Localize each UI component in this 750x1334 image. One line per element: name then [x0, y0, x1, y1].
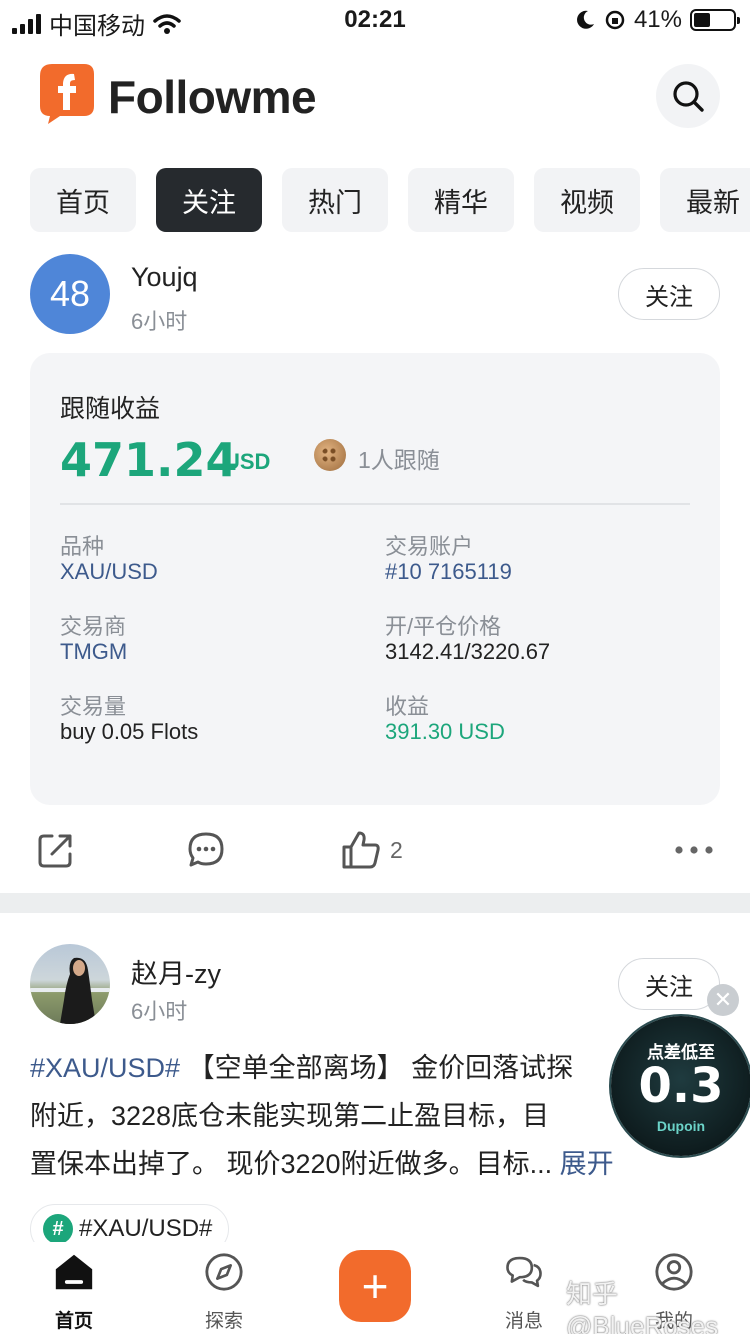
close-icon: ✕ [713, 987, 733, 1012]
section-divider [0, 893, 750, 913]
nav-label: 探索 [204, 1311, 243, 1332]
tab-following[interactable]: 关注 [156, 168, 262, 232]
create-post-button[interactable]: + [339, 1250, 411, 1322]
tab-featured[interactable]: 精华 [408, 168, 514, 232]
chat-icon [506, 1256, 542, 1288]
search-button[interactable] [656, 64, 720, 128]
symbol-value[interactable]: XAU/USD [60, 559, 158, 585]
like-count: 2 [390, 836, 403, 863]
volume-label: 交易量 [60, 694, 127, 719]
app-header: Followme [0, 58, 750, 138]
home-icon [55, 1254, 93, 1290]
account-label: 交易账户 [385, 534, 474, 559]
floating-ad[interactable]: 点差低至 0.3 Dupoin [611, 1016, 750, 1156]
card-title: 跟随收益 [60, 395, 161, 423]
compass-icon [205, 1253, 243, 1291]
avatar[interactable] [30, 944, 110, 1024]
tab-hot[interactable]: 热门 [282, 168, 388, 232]
nav-home[interactable]: 首页 [14, 1242, 134, 1334]
divider [60, 503, 690, 505]
tab-latest[interactable]: 最新 [660, 168, 750, 232]
tab-home[interactable]: 首页 [30, 168, 136, 232]
user-photo-icon [30, 957, 110, 1024]
comment-icon [188, 832, 224, 867]
account-value[interactable]: #10 7165119 [385, 559, 512, 585]
profit-label: 收益 [385, 694, 430, 719]
comment-button[interactable] [186, 826, 226, 874]
price-label: 开/平仓价格 [385, 614, 502, 639]
post-actions: 2 [0, 826, 750, 874]
like-button[interactable]: 2 [340, 826, 403, 874]
app-name: Followme [108, 71, 317, 123]
share-button[interactable] [36, 826, 76, 874]
post-author[interactable]: 赵月-zy [131, 952, 221, 991]
symbol-label: 品种 [60, 534, 105, 559]
nav-explore[interactable]: 探索 [164, 1242, 284, 1334]
close-ad-button[interactable]: ✕ [707, 984, 739, 1016]
post-time: 6小时 [131, 309, 188, 334]
profit-unit: USD [224, 449, 271, 474]
followme-logo-icon [40, 64, 94, 124]
broker-value[interactable]: TMGM [60, 639, 127, 665]
ad-brand: Dupoin [656, 1118, 706, 1134]
status-bar: 中国移动 02:21 41% [0, 0, 750, 40]
post-text-line-3: 置保本出掉了。 现价3220附近做多。目标... [30, 1149, 553, 1179]
profit-amount: 471.24 [60, 433, 238, 487]
battery-icon [690, 9, 740, 31]
price-value: 3142.41/3220.67 [385, 639, 551, 664]
nav-label: 首页 [54, 1311, 93, 1332]
copy-trade-card[interactable]: 跟随收益 471.24 USD 1人跟随 品种 XAU/USD 交易账户 #10… [30, 353, 720, 805]
thumbs-up-icon [342, 831, 380, 869]
post-text-line-1: 【空单全部离场】 金价回落试探 [180, 1053, 574, 1083]
watermark: 知乎 @BlueRoses [566, 1279, 719, 1334]
search-icon [673, 81, 704, 112]
plus-icon: + [361, 1260, 389, 1312]
rotation-lock-icon [605, 10, 625, 30]
volume-value: buy 0.05 Flots [60, 719, 199, 744]
more-button[interactable] [674, 826, 714, 874]
share-icon [38, 834, 72, 868]
broker-label: 交易商 [60, 614, 127, 639]
follow-button[interactable]: 关注 [618, 268, 720, 320]
hashtag-link[interactable]: #XAU/USD# [30, 1053, 180, 1083]
follower-count: 1人跟随 [358, 447, 440, 473]
more-icon [675, 846, 713, 854]
battery-percent: 41% [633, 6, 682, 33]
category-tabs: 首页 关注 热门 精华 视频 最新 [30, 168, 750, 232]
follower-avatar-icon [314, 439, 346, 471]
follow-button[interactable]: 关注 [618, 958, 720, 1010]
tab-video[interactable]: 视频 [534, 168, 640, 232]
moon-icon [577, 10, 594, 29]
topic-label: #XAU/USD# [79, 1215, 213, 1242]
ad-value: 0.3 [638, 1058, 724, 1114]
hashtag-icon: # [43, 1214, 73, 1244]
expand-link[interactable]: 展开 [560, 1149, 614, 1179]
profit-value: 391.30 USD [385, 719, 505, 744]
avatar[interactable]: 48 [30, 254, 110, 334]
post-time: 6小时 [131, 999, 188, 1024]
post-author[interactable]: Youjq [131, 262, 198, 293]
